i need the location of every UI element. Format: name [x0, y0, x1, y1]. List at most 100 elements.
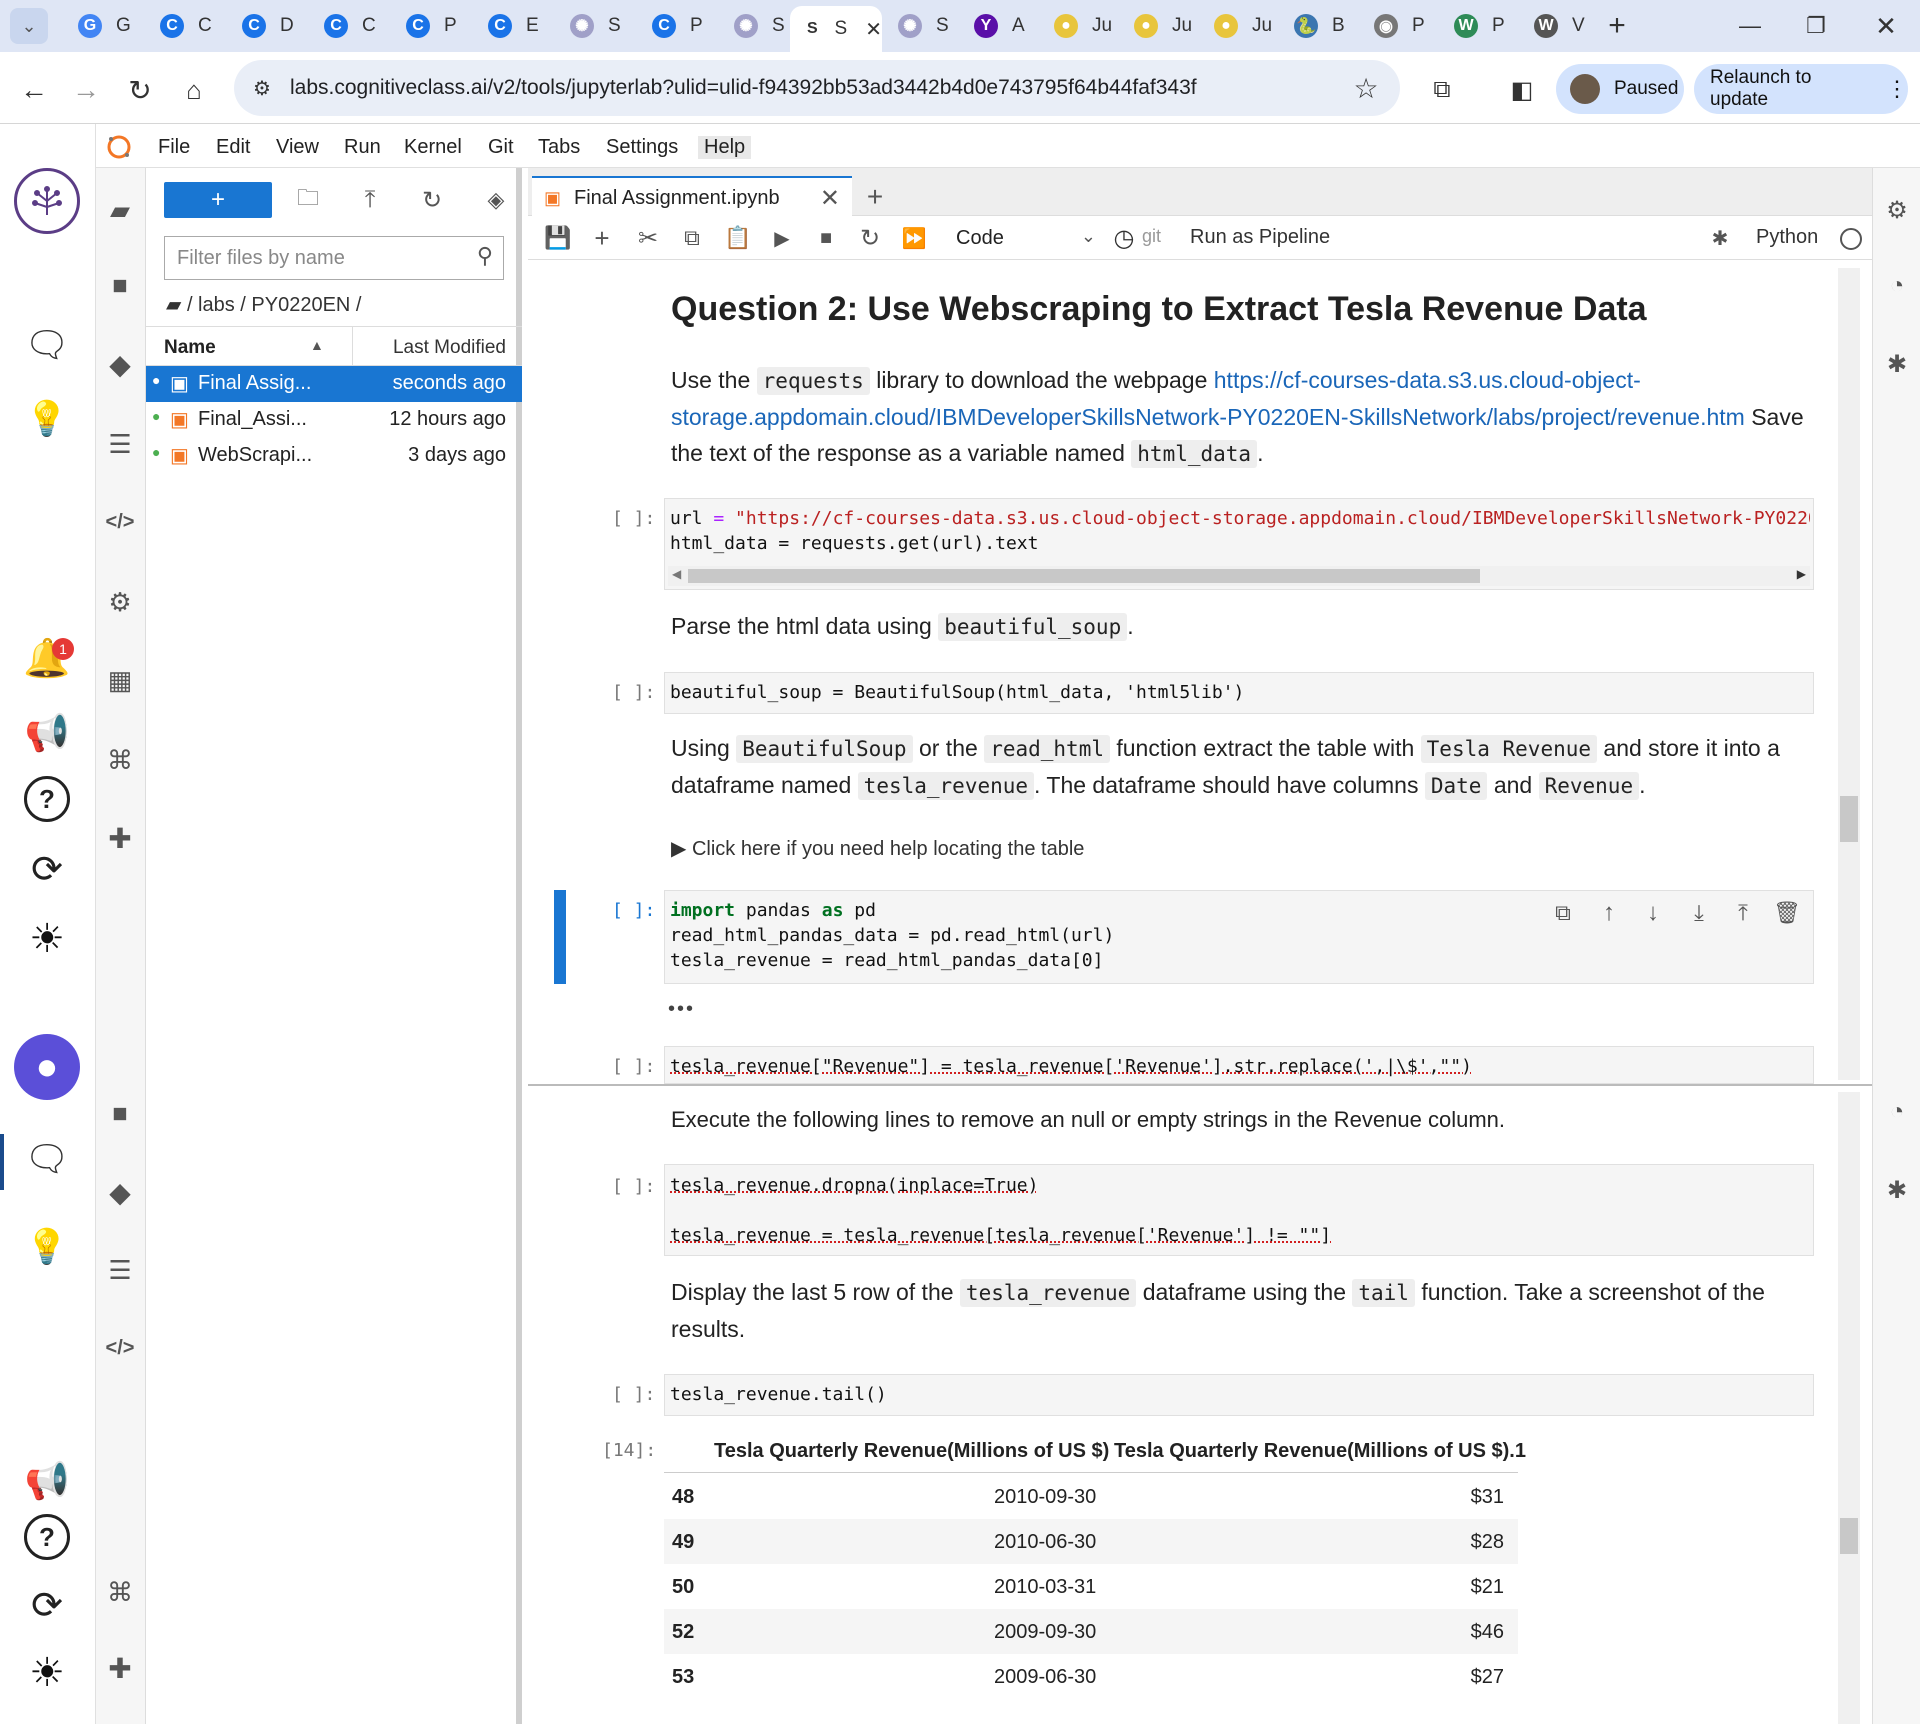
modified-column-header[interactable]: Last Modified [393, 337, 506, 359]
debugger-bug-icon[interactable]: ✱ [1877, 344, 1917, 384]
menu-git[interactable]: Git [488, 136, 514, 159]
horizontal-scrollbar[interactable]: ◀ ▶ [668, 566, 1810, 586]
platform-logo-icon[interactable] [14, 168, 80, 234]
chat-icon[interactable]: 🗨 [24, 322, 70, 368]
user-avatar-icon[interactable]: ● [14, 1034, 80, 1100]
browser-tab[interactable]: YA [960, 6, 1038, 46]
delete-cell-icon[interactable]: 🗑 [1772, 898, 1802, 928]
bookmark-star-icon[interactable]: ☆ [1348, 70, 1384, 106]
copy-icon[interactable]: ⧉ [676, 222, 708, 254]
git-label[interactable]: git [1142, 226, 1161, 247]
git-icon-2[interactable]: ◆ [100, 1172, 140, 1212]
help-icon-2[interactable]: ? [24, 1514, 70, 1560]
save-icon[interactable]: 💾 [542, 222, 574, 254]
restart-icon[interactable]: ↻ [854, 222, 886, 254]
sync-icon-2[interactable]: ⟳ [22, 1580, 72, 1630]
forward-icon[interactable]: → [66, 70, 106, 110]
new-folder-icon[interactable]: 🗀 [288, 182, 328, 218]
git-icon[interactable]: ◆ [100, 344, 140, 384]
browser-tab[interactable]: ◉ P [1360, 6, 1438, 46]
collapsed-output-ellipsis[interactable]: ••• [668, 998, 695, 1021]
restore-icon[interactable]: ❐ [1796, 8, 1836, 44]
url-text[interactable]: labs.cognitiveclass.ai/v2/tools/jupyterl… [290, 76, 1197, 100]
back-icon[interactable]: ← [14, 70, 54, 110]
close-tab-icon[interactable]: ✕ [820, 184, 840, 213]
menu-settings[interactable]: Settings [606, 136, 678, 159]
new-tab-plus-icon[interactable]: + [858, 180, 892, 214]
run-all-icon[interactable]: ⏩ [898, 222, 930, 254]
running-kernels-icon-2[interactable]: ⏹ [100, 1094, 140, 1134]
menu-file[interactable]: File [158, 136, 190, 159]
scrollbar-top[interactable] [1838, 268, 1860, 1080]
site-info-icon[interactable]: ⚙ [246, 72, 278, 104]
run-as-pipeline-button[interactable]: Run as Pipeline [1190, 226, 1330, 249]
components-icon[interactable]: ⌘ [100, 740, 140, 780]
git-clone-icon[interactable]: ◈ [476, 182, 516, 218]
clock-icon[interactable]: ◷ [1108, 222, 1140, 254]
relaunch-button[interactable]: Relaunch to update ⋮ [1694, 64, 1908, 114]
chat-icon-2[interactable]: 🗨 [24, 1136, 70, 1182]
browser-tab[interactable]: ● Ju [1120, 6, 1198, 46]
insert-above-icon[interactable]: ⤒ [1728, 898, 1758, 928]
browser-tab[interactable]: WV [1520, 6, 1598, 46]
folder-icon[interactable]: ▰ [100, 190, 140, 230]
browser-tab[interactable]: CP [392, 6, 470, 46]
browser-tab[interactable]: S S ✕ [790, 6, 882, 52]
minimize-icon[interactable]: — [1730, 8, 1770, 44]
more-menu-icon[interactable]: ⋮ [1886, 76, 1908, 102]
stop-icon[interactable]: ■ [810, 222, 842, 254]
cell-type-select[interactable]: Code ⌄ [948, 224, 1104, 254]
browser-tab[interactable]: CE [474, 6, 552, 46]
kernel-name[interactable]: Python [1756, 226, 1818, 249]
run-icon[interactable]: ▶ [766, 222, 798, 254]
browser-tab[interactable]: CP [638, 6, 716, 46]
notebook-tab[interactable]: ▣ Final Assignment.ipynb ✕ [532, 176, 852, 218]
extensions-puzzle-icon[interactable]: ✚ [100, 818, 140, 858]
menu-edit[interactable]: Edit [216, 136, 250, 159]
browser-tab[interactable]: ✺ S [556, 6, 634, 46]
theme-sun-icon-2[interactable]: ☀ [22, 1648, 72, 1698]
move-up-icon[interactable]: ↑ [1594, 898, 1624, 928]
side-panel-icon[interactable]: ◧ [1502, 70, 1542, 110]
browser-tab[interactable]: CC [146, 6, 224, 46]
browser-tab[interactable]: CC [310, 6, 388, 46]
name-column-header[interactable]: Name [164, 337, 216, 359]
table-of-contents-icon-2[interactable]: ☰ [100, 1250, 140, 1290]
details-summary[interactable]: ▶ Click here if you need help locating t… [671, 836, 1084, 861]
browser-tab[interactable]: ● Ju [1200, 6, 1278, 46]
tab-search-icon[interactable]: ⌄ [10, 8, 48, 44]
duplicate-cell-icon[interactable]: ⧉ [1548, 898, 1578, 928]
announcement-icon-2[interactable]: 📢 [22, 1456, 72, 1506]
upload-icon[interactable]: ⤒ [350, 182, 390, 218]
menu-run[interactable]: Run [344, 136, 381, 159]
move-down-icon[interactable]: ↓ [1638, 898, 1668, 928]
refresh-icon[interactable]: ↻ [412, 182, 452, 218]
insert-cell-icon[interactable]: + [586, 222, 618, 254]
browser-tab[interactable]: WP [1440, 6, 1518, 46]
menu-kernel[interactable]: Kernel [404, 136, 462, 159]
file-row[interactable]: ● ▣ WebScrapi... 3 days ago [146, 438, 522, 474]
elyra-icon[interactable]: ▦ [100, 660, 140, 700]
cut-icon[interactable]: ✂ [632, 222, 664, 254]
table-of-contents-icon[interactable]: ☰ [100, 424, 140, 464]
code-snippets-icon-2[interactable]: </> [100, 1328, 140, 1368]
extensions-icon[interactable]: ⧉ [1422, 70, 1462, 110]
lightbulb-icon-2[interactable]: 💡 [24, 1224, 70, 1270]
resource-usage-icon-2[interactable]: ◔ [1877, 1092, 1917, 1132]
resource-usage-icon[interactable]: ◔ [1877, 266, 1917, 306]
extensions-puzzle-icon-2[interactable]: ✚ [100, 1648, 140, 1688]
browser-tab[interactable]: CD [228, 6, 306, 46]
components-icon-2[interactable]: ⌘ [100, 1572, 140, 1612]
code-snippets-icon[interactable]: </> [100, 502, 140, 542]
insert-below-icon[interactable]: ⤓ [1684, 898, 1714, 928]
browser-tab[interactable]: GG [64, 6, 142, 46]
browser-tab[interactable]: ✺ S [720, 6, 798, 46]
filter-files-input[interactable]: Filter files by name ⚲ [164, 236, 504, 280]
browser-tab[interactable]: ● Ju [1040, 6, 1118, 46]
theme-sun-icon[interactable]: ☀ [22, 914, 72, 964]
reload-icon[interactable]: ↻ [120, 70, 160, 110]
announcement-icon[interactable]: 📢 [22, 708, 72, 758]
split-divider[interactable] [528, 1084, 1872, 1086]
help-icon[interactable]: ? [24, 776, 70, 822]
close-window-icon[interactable]: ✕ [1866, 8, 1906, 44]
